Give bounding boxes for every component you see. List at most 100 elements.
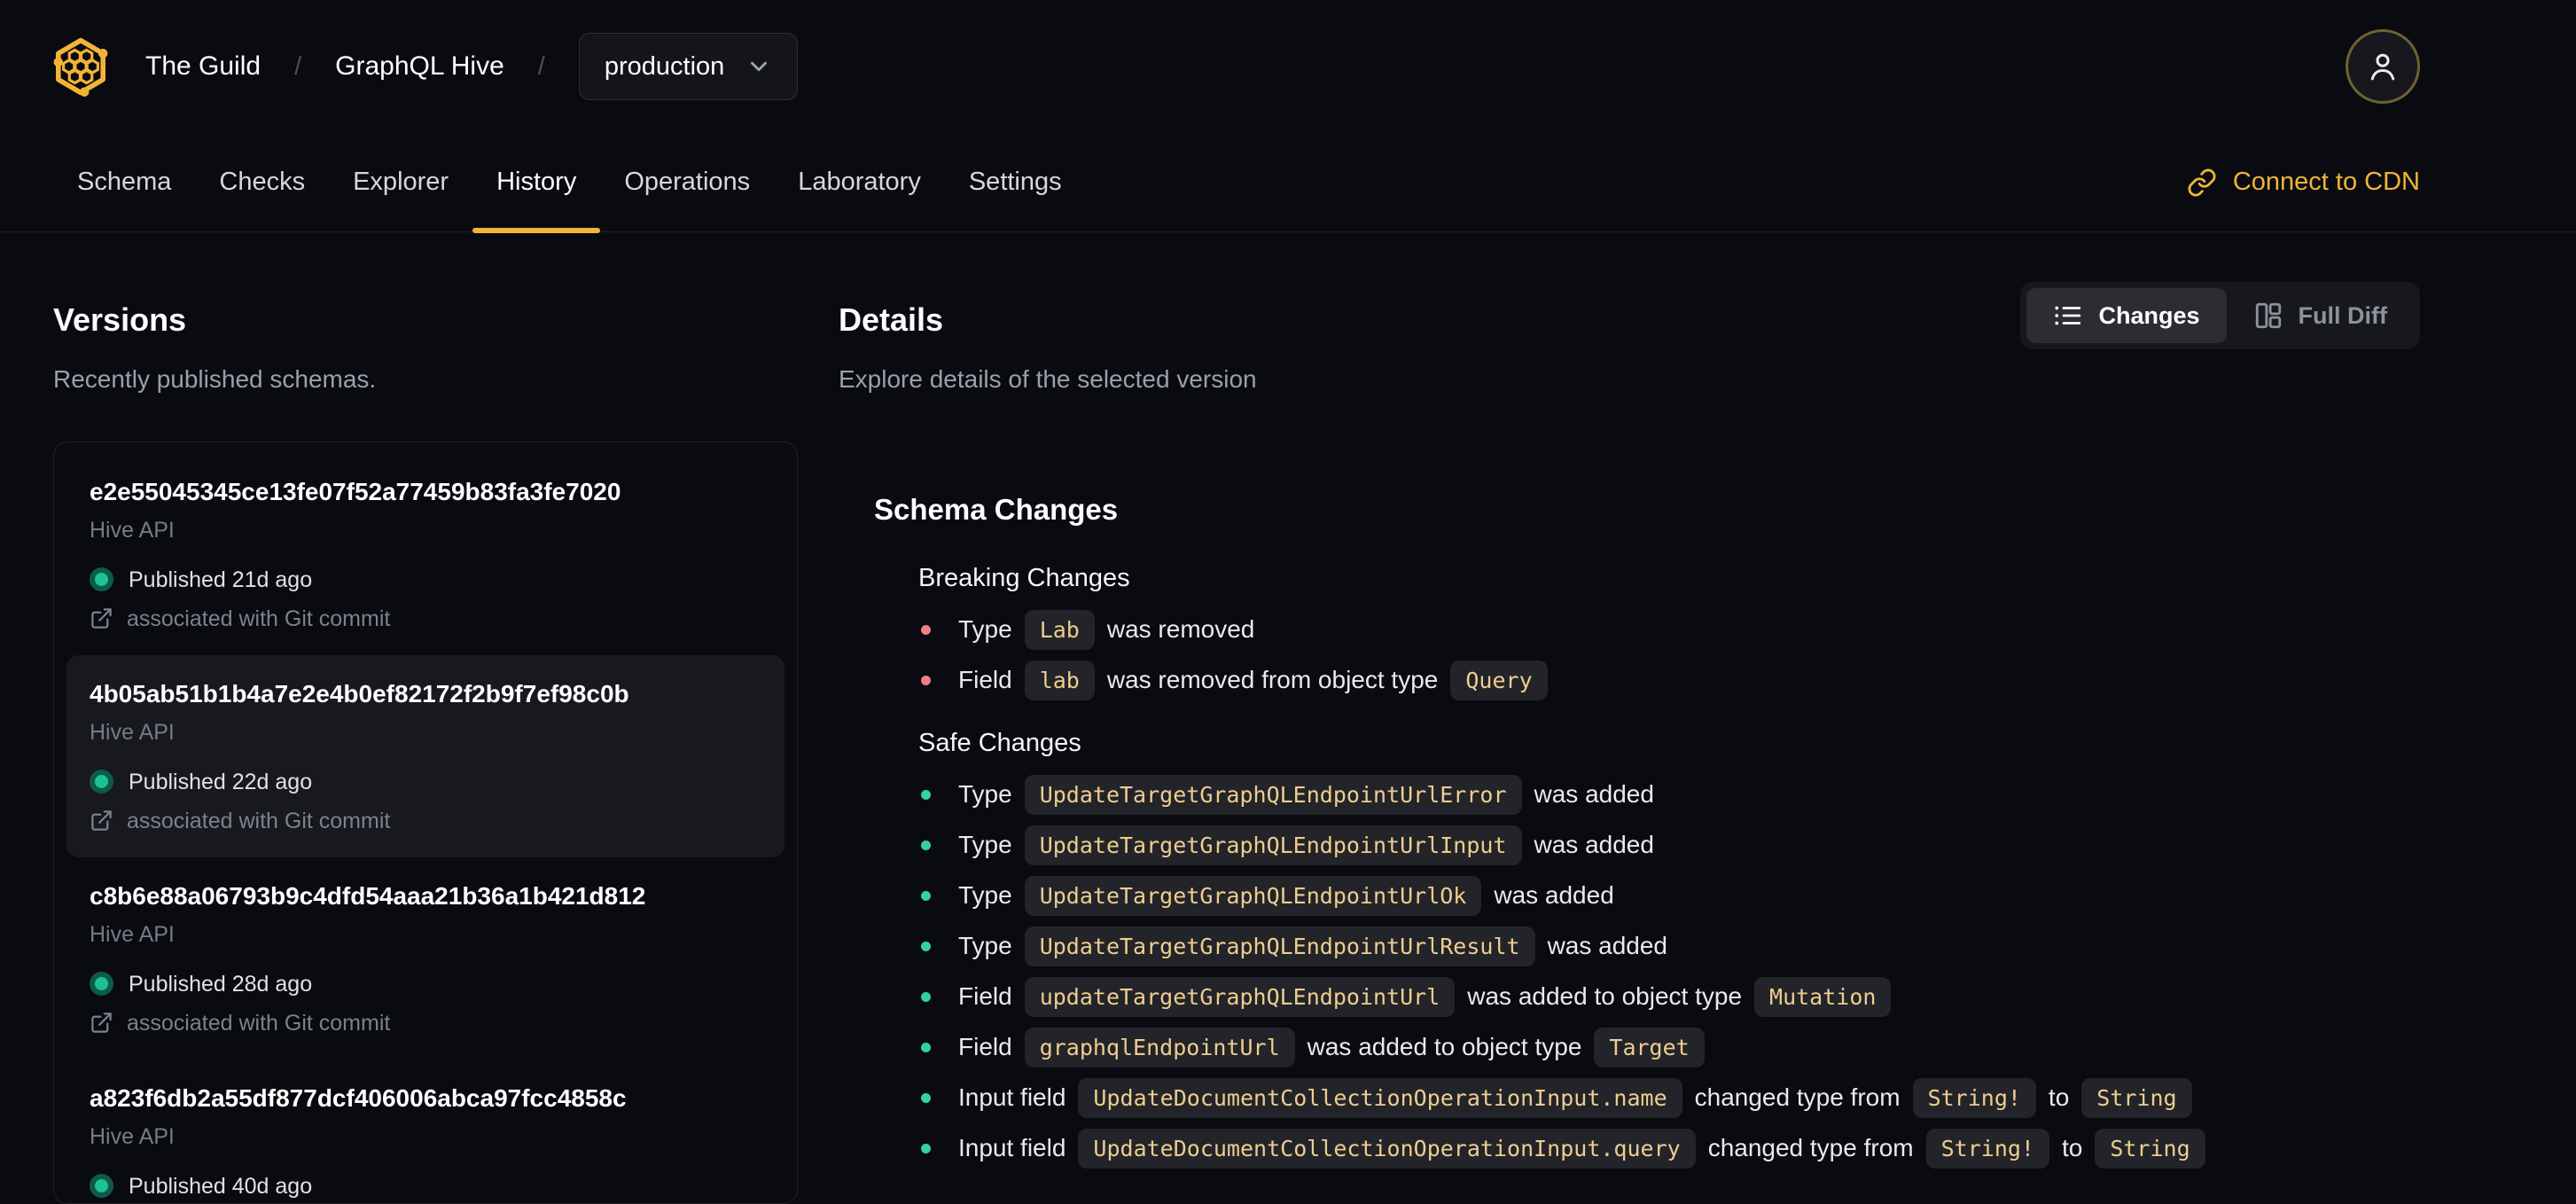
version-hash: e2e55045345ce13fe07f52a77459b83fa3fe7020 <box>90 477 621 505</box>
breadcrumb-separator: / <box>294 51 302 81</box>
change-row-parts: Field graphqlEndpointUrl was added to obje… <box>958 1027 1717 1067</box>
change-text: Type <box>958 780 1012 809</box>
tab-laboratory[interactable]: Laboratory <box>774 133 945 231</box>
tab-history[interactable]: History <box>472 133 601 233</box>
change-group-items: Type Lab was removed Field lab was removed f… <box>918 605 2420 706</box>
change-row: Input field UpdateDocumentCollectionOpera… <box>918 1073 2420 1123</box>
change-text: Type <box>958 831 1012 859</box>
version-status-row: Published 22d ago <box>90 769 761 795</box>
code-badge: Target <box>1594 1027 1705 1067</box>
change-row: Field lab was removed from object type Quer… <box>918 655 2420 706</box>
connect-to-cdn-button[interactable]: Connect to CDN <box>2187 168 2420 198</box>
version-service-name: Hive API <box>90 719 175 745</box>
bullet-dot <box>921 941 931 951</box>
change-text: Input field <box>958 1083 1066 1112</box>
version-list-item[interactable]: a823f6db2a55df877dcf406006abca97fcc4858c… <box>66 1059 785 1203</box>
version-list-item[interactable]: c8b6e88a06793b9c4dfd54aaa21b36a1b421d812… <box>66 857 785 1059</box>
change-text: Field <box>958 1033 1012 1061</box>
change-text: was removed from object type <box>1106 666 1439 694</box>
change-text: was added to object type <box>1307 1033 1582 1061</box>
version-list-item[interactable]: 4b05ab51b1b4a7e2e4b0ef82172f2b9f7ef98c0b… <box>66 654 785 857</box>
breadcrumb-org[interactable]: The Guild <box>145 51 261 82</box>
details-panel: Details Explore details of the selected … <box>839 275 2420 1169</box>
link-icon <box>2187 168 2217 198</box>
list-icon <box>2053 301 2083 331</box>
external-link-icon <box>90 606 113 630</box>
published-status-dot <box>90 1174 113 1199</box>
breadcrumb-project[interactable]: GraphQL Hive <box>335 51 504 82</box>
code-badge: String! <box>1912 1077 2036 1118</box>
change-text: was added <box>1534 831 1654 859</box>
git-commit-label: associated with Git commit <box>127 1010 391 1036</box>
published-status-text: Published 40d ago <box>129 1173 313 1199</box>
change-row: Type UpdateTargetGraphQLEndpointUrlInput w… <box>918 820 2420 871</box>
change-row-parts: Type UpdateTargetGraphQLEndpointUrlError w… <box>958 774 1654 815</box>
change-text: changed type from <box>1707 1134 1914 1162</box>
git-commit-link[interactable]: associated with Git commit <box>90 606 761 632</box>
git-commit-link[interactable]: associated with Git commit <box>90 1010 761 1036</box>
code-badge: UpdateDocumentCollectionOperationInput.n… <box>1078 1077 1682 1118</box>
published-status-text: Published 22d ago <box>129 769 313 794</box>
code-badge: String! <box>1925 1128 2049 1169</box>
change-row: Type UpdateTargetGraphQLEndpointUrlError w… <box>918 770 2420 820</box>
view-toggle-group: Changes Full Diff <box>2020 282 2420 349</box>
change-row: Field updateTargetGraphQLEndpointUrl was a… <box>918 972 2420 1022</box>
change-text: Field <box>958 666 1012 694</box>
git-commit-link[interactable]: associated with Git commit <box>90 808 761 834</box>
connect-to-cdn-label: Connect to CDN <box>2232 168 2420 196</box>
target-selector[interactable]: production <box>578 33 799 100</box>
changes-toggle-label: Changes <box>2098 301 2200 329</box>
change-text: Input field <box>958 1134 1066 1162</box>
change-text: to <box>2048 1083 2070 1112</box>
change-row-parts: Input field UpdateDocumentCollectionOpera… <box>958 1077 2205 1118</box>
tab-operations[interactable]: Operations <box>600 133 774 231</box>
version-service-name: Hive API <box>90 517 175 543</box>
code-badge: UpdateTargetGraphQLEndpointUrlError <box>1024 774 1522 815</box>
code-badge: Lab <box>1024 609 1095 650</box>
version-list-item[interactable]: e2e55045345ce13fe07f52a77459b83fa3fe7020… <box>66 453 785 655</box>
tab-checks[interactable]: Checks <box>195 133 329 231</box>
user-avatar-button[interactable] <box>2346 29 2420 104</box>
tab-schema[interactable]: Schema <box>53 133 195 231</box>
hive-logo-icon[interactable] <box>50 28 112 105</box>
version-service-name: Hive API <box>90 921 175 947</box>
change-row-parts: Field updateTargetGraphQLEndpointUrl was a… <box>958 976 1903 1017</box>
change-text: was added to object type <box>1467 982 1743 1011</box>
published-status-dot <box>90 972 113 997</box>
code-badge: String <box>2095 1128 2205 1169</box>
bullet-dot <box>921 1092 931 1103</box>
tab-explorer[interactable]: Explorer <box>329 133 472 231</box>
details-title: Details <box>839 301 944 338</box>
change-row-parts: Input field UpdateDocumentCollectionOpera… <box>958 1128 2218 1169</box>
code-badge: UpdateDocumentCollectionOperationInput.q… <box>1078 1128 1696 1169</box>
changes-toggle-button[interactable]: Changes <box>2026 288 2227 343</box>
versions-subtitle: Recently published schemas. <box>53 364 377 393</box>
bullet-dot <box>921 840 931 850</box>
version-hash: a823f6db2a55df877dcf406006abca97fcc4858c <box>90 1083 627 1112</box>
full-diff-toggle-button[interactable]: Full Diff <box>2227 288 2414 343</box>
published-status-text: Published 21d ago <box>129 567 313 592</box>
versions-title: Versions <box>53 301 187 338</box>
versions-list: e2e55045345ce13fe07f52a77459b83fa3fe7020… <box>53 441 798 1204</box>
version-status-row: Published 21d ago <box>90 567 761 593</box>
details-header: Details Explore details of the selected … <box>839 275 2420 394</box>
git-commit-label: associated with Git commit <box>127 808 391 833</box>
change-row-parts: Field lab was removed from object type Quer… <box>958 660 1560 700</box>
versions-panel: Versions Recently published schemas. e2e… <box>53 275 798 1204</box>
version-service-name: Hive API <box>90 1123 175 1149</box>
change-group-items: Type UpdateTargetGraphQLEndpointUrlError w… <box>918 770 2420 1174</box>
columns-icon <box>2253 301 2283 331</box>
code-badge: updateTargetGraphQLEndpointUrl <box>1024 976 1456 1017</box>
published-status-dot <box>90 567 113 592</box>
change-text: Field <box>958 982 1012 1011</box>
git-commit-label: associated with Git commit <box>127 606 391 631</box>
change-text: Type <box>958 932 1012 960</box>
change-row-parts: Type Lab was removed <box>958 609 1254 650</box>
schema-changes-title: Schema Changes <box>874 492 1119 526</box>
code-badge: UpdateTargetGraphQLEndpointUrlInput <box>1024 825 1522 865</box>
change-groups: Breaking Changes Type Lab was removed Fiel… <box>874 562 2420 1174</box>
change-text: was added <box>1494 881 1614 910</box>
tab-settings[interactable]: Settings <box>945 133 1086 231</box>
bullet-dot <box>921 991 931 1002</box>
tabs: Schema Checks Explorer History Operations Lab… <box>53 133 1086 233</box>
